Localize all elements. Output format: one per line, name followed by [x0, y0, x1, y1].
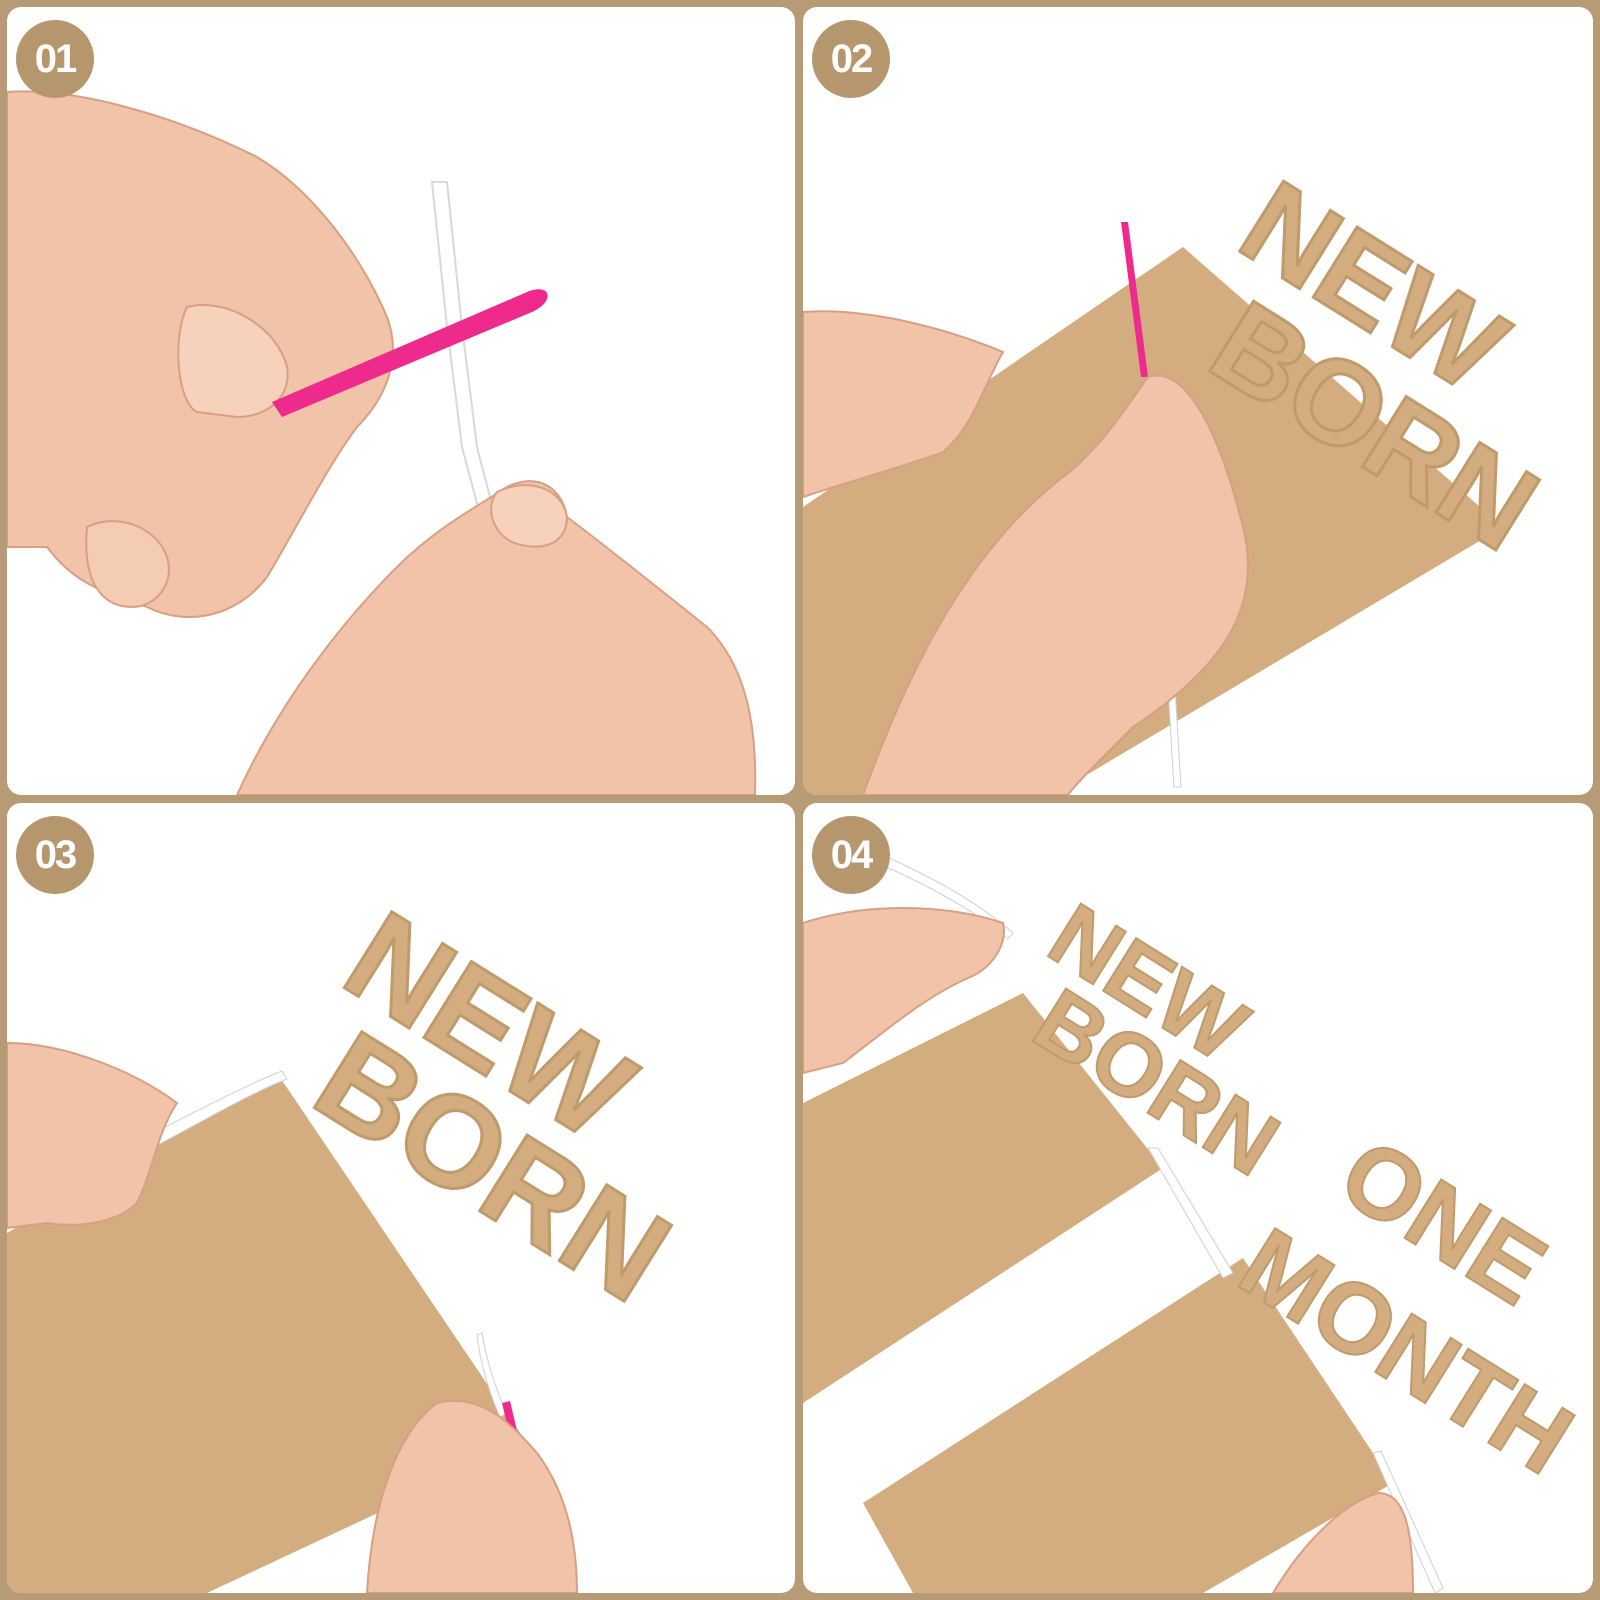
- step-panel-3: 03 NEW BORN: [7, 803, 795, 1593]
- step-2-photo: NEW BORN: [803, 154, 1561, 795]
- step-panel-1: 01: [7, 7, 795, 795]
- instruction-grid: 01 02 NEW BORN 03 NEW BORN 04 NEW BORN O…: [0, 0, 1600, 1600]
- step-1-photo: [7, 90, 757, 795]
- step-badge-2: 02: [812, 20, 890, 98]
- step-3-photo: NEW BORN: [7, 881, 696, 1593]
- step-4-photo: NEW BORN ONE MONTH: [803, 852, 1593, 1593]
- step-badge-3: 03: [16, 816, 94, 894]
- step-panel-2: 02 NEW BORN: [803, 7, 1593, 795]
- step-badge-4: 04: [812, 816, 890, 894]
- step-badge-1: 01: [16, 20, 94, 98]
- step-panel-4: 04 NEW BORN ONE MONTH: [803, 803, 1593, 1593]
- right-hand: [235, 480, 757, 795]
- left-hand: [7, 90, 394, 618]
